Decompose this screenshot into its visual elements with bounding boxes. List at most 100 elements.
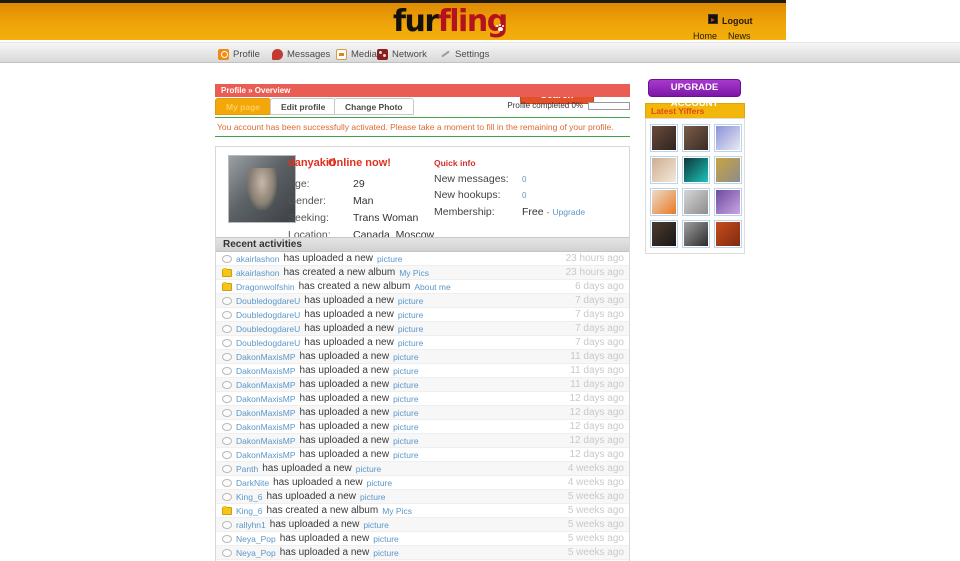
activity-action-text: has uploaded a new — [280, 547, 370, 558]
nav-item-network[interactable]: Network — [377, 47, 427, 61]
activity-username-link[interactable]: DoubledogdareU — [236, 324, 300, 334]
member-avatar-man-selfie-photo[interactable] — [682, 124, 710, 152]
nav-item-media[interactable]: Media — [336, 47, 377, 61]
activity-row: DakonMaxisMP has uploaded a new picture … — [216, 448, 629, 462]
nav-item-profile[interactable]: Profile — [218, 47, 260, 61]
settings-icon — [440, 49, 451, 60]
nav-item-label: Network — [392, 49, 427, 60]
tab-change-photo[interactable]: Change Photo — [334, 98, 414, 115]
activity-timestamp: 11 days ago — [570, 365, 624, 376]
activity-object-link[interactable]: picture — [393, 394, 419, 404]
activation-notice: You account has been successfully activa… — [215, 117, 630, 137]
activity-object-link[interactable]: picture — [393, 380, 419, 390]
activity-username-link[interactable]: DakonMaxisMP — [236, 394, 296, 404]
activity-object-link[interactable]: About me — [414, 282, 450, 292]
activity-object-link[interactable]: picture — [398, 338, 424, 348]
activity-username-link[interactable]: DakonMaxisMP — [236, 422, 296, 432]
field-label: Seeking: — [288, 212, 353, 224]
activity-username-link[interactable]: Neya_Pop — [236, 548, 276, 558]
activity-row: DoubledogdareU has uploaded a new pictur… — [216, 294, 629, 308]
activity-object-link[interactable]: picture — [363, 520, 389, 530]
activity-object-link[interactable]: picture — [360, 492, 386, 502]
activity-action-text: has uploaded a new — [300, 351, 390, 362]
activity-row: Panth has uploaded a new picture 4 weeks… — [216, 462, 629, 476]
activity-timestamp: 11 days ago — [570, 379, 624, 390]
nav-item-messages[interactable]: Messages — [272, 47, 330, 61]
member-avatar-bw-dragon-art[interactable] — [682, 220, 710, 248]
activity-username-link[interactable]: Neya_Pop — [236, 534, 276, 544]
logo[interactable]: furfling — [393, 4, 507, 39]
activity-action-text: has uploaded a new — [300, 421, 390, 432]
activity-object-link[interactable]: My Pics — [382, 506, 412, 516]
activity-object-link[interactable]: picture — [373, 534, 399, 544]
activity-object-link[interactable]: picture — [373, 548, 399, 558]
member-avatar-grayscale-sketch[interactable] — [682, 188, 710, 216]
comment-icon — [222, 437, 232, 445]
upgrade-account-button[interactable]: UPGRADE ACCOUNT — [648, 79, 741, 97]
activity-object-link[interactable]: picture — [367, 478, 393, 488]
activity-timestamp: 5 weeks ago — [568, 547, 624, 558]
activity-username-link[interactable]: DoubledogdareU — [236, 338, 300, 348]
new-messages-count[interactable]: 0 — [522, 175, 526, 184]
activity-object-link[interactable]: picture — [398, 324, 424, 334]
activity-object-link[interactable]: picture — [393, 436, 419, 446]
activity-username-link[interactable]: akairlashon — [236, 254, 279, 264]
profile-photo[interactable] — [228, 155, 296, 223]
activity-username-link[interactable]: DakonMaxisMP — [236, 436, 296, 446]
activity-username-link[interactable]: King_6 — [236, 506, 262, 516]
nav-item-settings[interactable]: Settings — [440, 47, 489, 61]
activity-row: DarkNite has uploaded a new picture 4 we… — [216, 476, 629, 490]
member-avatar-purple-hair-art[interactable] — [714, 188, 742, 216]
activity-object-link[interactable]: picture — [377, 254, 403, 264]
activity-object-link[interactable]: picture — [356, 464, 382, 474]
activity-row: akairlashon has uploaded a new picture 2… — [216, 252, 629, 266]
activity-username-link[interactable]: DarkNite — [236, 478, 269, 488]
activity-action-text: has uploaded a new — [304, 309, 394, 320]
activity-object-link[interactable]: picture — [393, 408, 419, 418]
latest-yiffers-grid — [645, 118, 745, 254]
member-avatar-man-photo[interactable] — [650, 220, 678, 248]
activity-object-link[interactable]: picture — [393, 366, 419, 376]
upgrade-link[interactable]: Upgrade — [552, 207, 585, 217]
member-avatar-blue-wolf-art[interactable] — [714, 124, 742, 152]
new-hookups-count[interactable]: 0 — [522, 191, 526, 200]
progress-bar — [588, 102, 630, 110]
activity-username-link[interactable]: DakonMaxisMP — [236, 408, 296, 418]
activity-username-link[interactable]: DakonMaxisMP — [236, 450, 296, 460]
activity-username-link[interactable]: DakonMaxisMP — [236, 380, 296, 390]
field-value: Man — [353, 195, 373, 207]
activity-object-link[interactable]: picture — [393, 422, 419, 432]
activity-object-link[interactable]: picture — [398, 296, 424, 306]
activity-timestamp: 12 days ago — [570, 393, 625, 404]
profile-card: danyakid Online now! Age:29 Gender:Man S… — [215, 146, 630, 561]
activity-username-link[interactable]: King_6 — [236, 492, 262, 502]
profile-icon — [218, 49, 229, 60]
activity-action-text: has uploaded a new — [273, 477, 363, 488]
activity-username-link[interactable]: DakonMaxisMP — [236, 366, 296, 376]
activity-username-link[interactable]: Dragonwolfshin — [236, 282, 295, 292]
activity-object-link[interactable]: My Pics — [399, 268, 429, 278]
member-avatar-teal-eye-art[interactable] — [682, 156, 710, 184]
activity-username-link[interactable]: DoubledogdareU — [236, 296, 300, 306]
member-avatar-gold-eagle-emblem[interactable] — [714, 156, 742, 184]
activity-username-link[interactable]: Panth — [236, 464, 258, 474]
activity-object-link[interactable]: picture — [393, 450, 419, 460]
activity-username-link[interactable]: DoubledogdareU — [236, 310, 300, 320]
activity-username-link[interactable]: akairlashon — [236, 268, 279, 278]
activity-timestamp: 5 weeks ago — [568, 519, 624, 530]
activity-action-text: has uploaded a new — [304, 323, 394, 334]
tab-edit-profile[interactable]: Edit profile — [270, 98, 336, 115]
activity-username-link[interactable]: DakonMaxisMP — [236, 352, 296, 362]
activity-username-link[interactable]: rallyhn1 — [236, 520, 266, 530]
member-avatar-red-furry-art[interactable] — [714, 220, 742, 248]
tab-my-page[interactable]: My page — [215, 98, 271, 115]
news-link[interactable]: News — [728, 31, 751, 41]
member-avatar-orange-rabbit-art[interactable] — [650, 188, 678, 216]
member-avatar-woman-photo[interactable] — [650, 124, 678, 152]
comment-icon — [222, 423, 232, 431]
member-avatar-rabbit-brick-art[interactable] — [650, 156, 678, 184]
activity-object-link[interactable]: picture — [398, 310, 424, 320]
logout-link[interactable]: Logout — [722, 16, 753, 26]
activity-object-link[interactable]: picture — [393, 352, 419, 362]
home-link[interactable]: Home — [693, 31, 717, 41]
